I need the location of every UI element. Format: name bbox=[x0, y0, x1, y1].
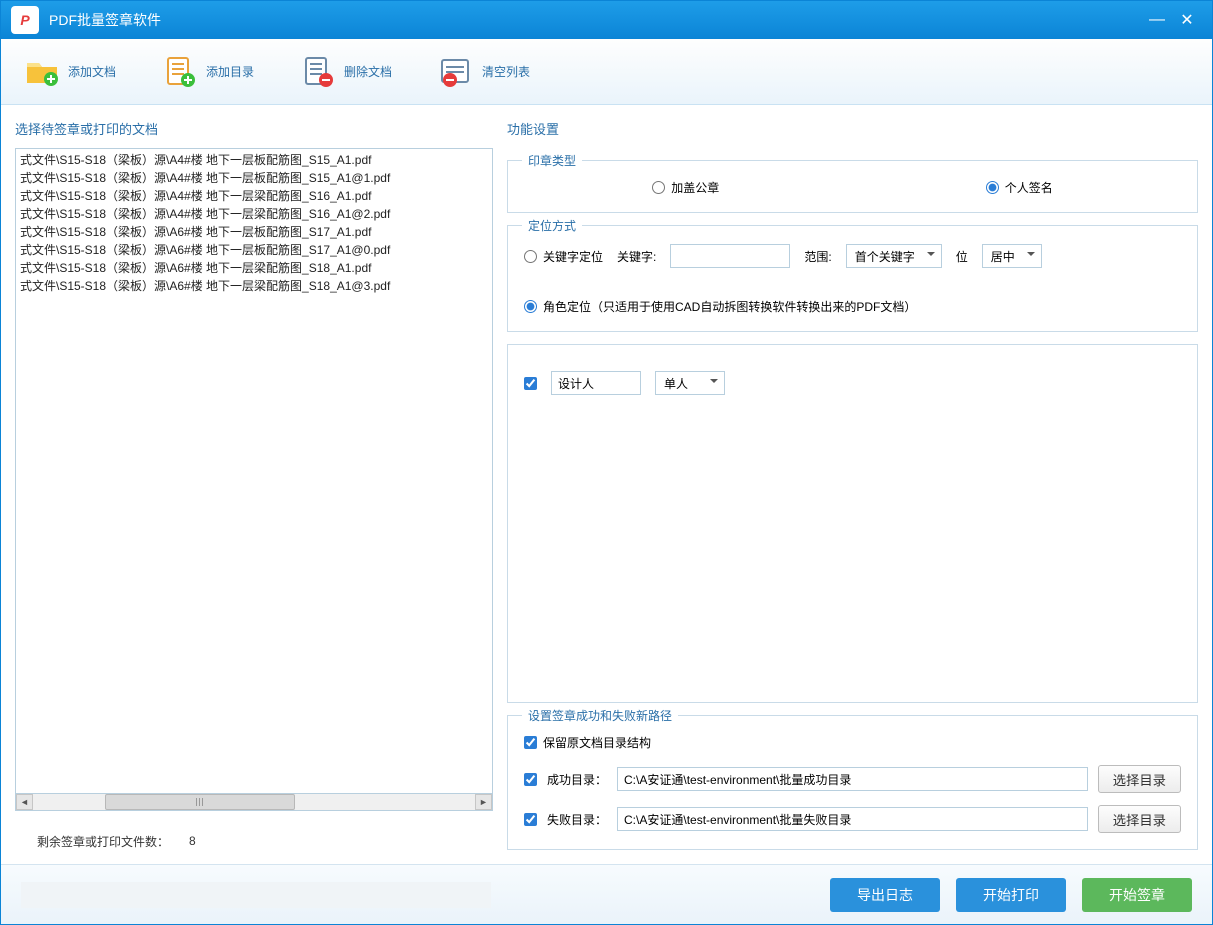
success-dir-input[interactable] bbox=[617, 767, 1088, 791]
titlebar: P PDF批量签章软件 — ✕ bbox=[1, 1, 1212, 39]
path-legend: 设置签章成功和失败新路径 bbox=[522, 707, 678, 724]
signer-mode-select[interactable]: 单人 bbox=[655, 371, 725, 395]
seal-type-legend: 印章类型 bbox=[522, 152, 582, 169]
path-group: 设置签章成功和失败新路径 保留原文档目录结构 成功目录： 选择目录 失败目录： bbox=[507, 715, 1198, 850]
scroll-right-arrow-icon[interactable]: ► bbox=[475, 794, 492, 810]
success-dir-label: 成功目录： bbox=[547, 771, 607, 788]
minimize-button[interactable]: — bbox=[1142, 8, 1172, 32]
app-logo-icon: P bbox=[11, 6, 39, 34]
clear-list-button[interactable]: 清空列表 bbox=[430, 48, 538, 96]
file-list-item[interactable]: 式文件\S15-S18（梁板）源\A4#楼 地下一层板配筋图_S15_A1@1.… bbox=[20, 169, 488, 187]
file-list-item[interactable]: 式文件\S15-S18（梁板）源\A4#楼 地下一层梁配筋图_S16_A1@2.… bbox=[20, 205, 488, 223]
settings-title: 功能设置 bbox=[507, 119, 1198, 138]
scroll-left-arrow-icon[interactable]: ◄ bbox=[16, 794, 33, 810]
choose-fail-dir-button[interactable]: 选择目录 bbox=[1098, 805, 1181, 833]
start-sign-button[interactable]: 开始签章 bbox=[1082, 878, 1192, 912]
keep-structure-checkbox[interactable]: 保留原文档目录结构 bbox=[524, 734, 651, 751]
app-window: P PDF批量签章软件 — ✕ 添加文档 添加目录 删除文档 bbox=[0, 0, 1213, 925]
export-log-button[interactable]: 导出日志 bbox=[830, 878, 940, 912]
close-button[interactable]: ✕ bbox=[1172, 8, 1202, 32]
seal-type-group: 印章类型 加盖公章 个人签名 bbox=[507, 160, 1198, 213]
document-delete-icon bbox=[300, 54, 336, 90]
file-list-item[interactable]: 式文件\S15-S18（梁板）源\A6#楼 地下一层梁配筋图_S18_A1@3.… bbox=[20, 277, 488, 295]
document-plus-icon bbox=[162, 54, 198, 90]
file-list-hscrollbar[interactable]: ◄ ► bbox=[15, 794, 493, 811]
toolbar-label: 添加文档 bbox=[68, 63, 116, 80]
role-locate-radio[interactable]: 角色定位（只适用于使用CAD自动拆图转换软件转换出来的PDF文档） bbox=[524, 298, 916, 315]
toolbar: 添加文档 添加目录 删除文档 清空列表 bbox=[1, 39, 1212, 105]
designer-checkbox[interactable] bbox=[524, 377, 537, 390]
range-label: 范围: bbox=[804, 248, 831, 265]
progress-placeholder bbox=[21, 882, 491, 908]
file-list[interactable]: 式文件\S15-S18（梁板）源\A4#楼 地下一层板配筋图_S15_A1.pd… bbox=[15, 148, 493, 794]
add-file-button[interactable]: 添加文档 bbox=[16, 48, 124, 96]
right-panel: 功能设置 印章类型 加盖公章 个人签名 定位方式 bbox=[507, 119, 1198, 850]
keyword-locate-radio[interactable]: 关键字定位 bbox=[524, 248, 603, 265]
remaining-count-value: 8 bbox=[189, 834, 225, 849]
locate-legend: 定位方式 bbox=[522, 217, 582, 234]
scroll-track[interactable] bbox=[33, 794, 475, 810]
personal-sign-radio[interactable]: 个人签名 bbox=[986, 179, 1053, 196]
file-list-item[interactable]: 式文件\S15-S18（梁板）源\A4#楼 地下一层梁配筋图_S16_A1.pd… bbox=[20, 187, 488, 205]
pos-select[interactable]: 居中 bbox=[982, 244, 1042, 268]
toolbar-label: 清空列表 bbox=[482, 63, 530, 80]
file-list-title: 选择待签章或打印的文档 bbox=[15, 119, 493, 138]
official-seal-radio[interactable]: 加盖公章 bbox=[652, 179, 719, 196]
remaining-count-label: 剩余签章或打印文件数： bbox=[37, 833, 169, 850]
content: 选择待签章或打印的文档 式文件\S15-S18（梁板）源\A4#楼 地下一层板配… bbox=[1, 105, 1212, 864]
designer-role-input[interactable] bbox=[551, 371, 641, 395]
folder-plus-icon bbox=[24, 54, 60, 90]
locate-method-group: 定位方式 关键字定位 关键字: 范围: 首个关键字 位 居中 bbox=[507, 225, 1198, 332]
keyword-input[interactable] bbox=[670, 244, 790, 268]
footer: 导出日志 开始打印 开始签章 bbox=[1, 864, 1212, 924]
success-dir-checkbox[interactable] bbox=[524, 773, 537, 786]
scroll-thumb[interactable] bbox=[105, 794, 295, 810]
pos-label: 位 bbox=[956, 248, 968, 265]
fail-dir-label: 失败目录： bbox=[547, 811, 607, 828]
left-panel: 选择待签章或打印的文档 式文件\S15-S18（梁板）源\A4#楼 地下一层板配… bbox=[15, 119, 493, 850]
toolbar-label: 删除文档 bbox=[344, 63, 392, 80]
file-list-item[interactable]: 式文件\S15-S18（梁板）源\A6#楼 地下一层板配筋图_S17_A1@0.… bbox=[20, 241, 488, 259]
choose-success-dir-button[interactable]: 选择目录 bbox=[1098, 765, 1181, 793]
add-folder-button[interactable]: 添加目录 bbox=[154, 48, 262, 96]
keyword-field-label: 关键字: bbox=[617, 248, 656, 265]
range-select[interactable]: 首个关键字 bbox=[846, 244, 942, 268]
fail-dir-checkbox[interactable] bbox=[524, 813, 537, 826]
file-list-item[interactable]: 式文件\S15-S18（梁板）源\A4#楼 地下一层板配筋图_S15_A1.pd… bbox=[20, 151, 488, 169]
signer-group: 单人 bbox=[507, 344, 1198, 703]
file-list-item[interactable]: 式文件\S15-S18（梁板）源\A6#楼 地下一层梁配筋图_S18_A1.pd… bbox=[20, 259, 488, 277]
list-clear-icon bbox=[438, 54, 474, 90]
delete-file-button[interactable]: 删除文档 bbox=[292, 48, 400, 96]
file-list-item[interactable]: 式文件\S15-S18（梁板）源\A6#楼 地下一层板配筋图_S17_A1.pd… bbox=[20, 223, 488, 241]
app-title: PDF批量签章软件 bbox=[49, 10, 1142, 30]
remaining-count-row: 剩余签章或打印文件数： 8 bbox=[15, 833, 493, 850]
toolbar-label: 添加目录 bbox=[206, 63, 254, 80]
start-print-button[interactable]: 开始打印 bbox=[956, 878, 1066, 912]
fail-dir-input[interactable] bbox=[617, 807, 1088, 831]
